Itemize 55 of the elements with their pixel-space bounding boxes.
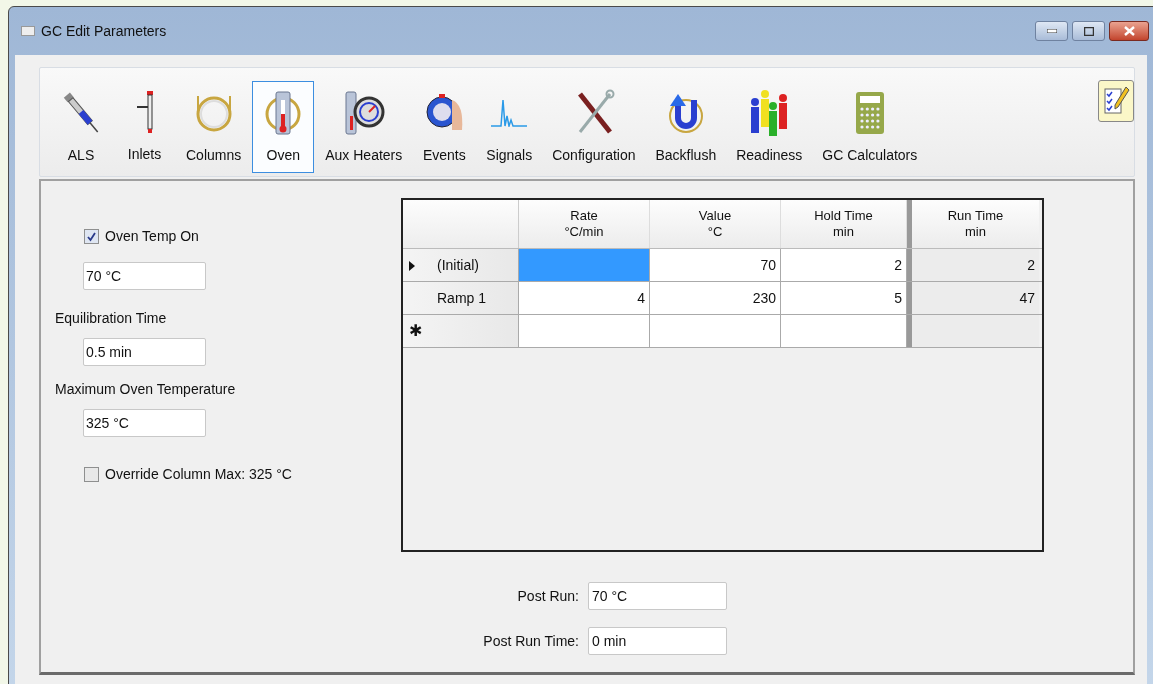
checkbox[interactable] — [84, 229, 99, 244]
checklist-button[interactable] — [1098, 80, 1134, 122]
minimize-icon — [1046, 29, 1057, 33]
toolbar-button[interactable]: Signals — [477, 81, 542, 173]
close-icon — [1123, 26, 1135, 36]
post-run-time-field[interactable]: 0 min — [588, 627, 727, 655]
table-cell[interactable]: 4 — [519, 282, 650, 314]
checkmark-icon — [86, 231, 97, 242]
equilibration-time-field[interactable]: 0.5 min — [83, 338, 206, 366]
inlet-icon — [136, 90, 153, 133]
table-cell[interactable] — [650, 315, 781, 347]
toolbar-button[interactable]: Events — [413, 81, 476, 173]
toolbar-button[interactable]: Backflush — [646, 81, 726, 173]
row-header[interactable]: ✱ — [403, 315, 519, 347]
maximize-button[interactable] — [1072, 21, 1105, 41]
field-label: Post Run Time: — [483, 631, 579, 651]
toolbar-button[interactable]: Columns — [177, 81, 251, 173]
field-label: Post Run: — [517, 586, 579, 606]
table-cell[interactable]: 230 — [650, 282, 781, 314]
checkbox[interactable] — [84, 467, 99, 482]
table-cell[interactable]: 70 — [650, 249, 781, 281]
toolbar-button[interactable]: Aux Heaters — [316, 81, 412, 173]
checkbox-label: Override Column Max: 325 °C — [105, 465, 292, 484]
table-cell: 2 — [907, 249, 1039, 281]
toolbar-button[interactable]: Readiness — [727, 81, 812, 173]
toolbar-button[interactable]: ALS — [50, 81, 112, 173]
checklist-pencil-icon — [1102, 85, 1130, 117]
window-icon — [21, 26, 35, 36]
window-title: GC Edit Parameters — [41, 21, 167, 41]
field-label: Equilibration Time — [55, 309, 168, 328]
toolbar-button[interactable]: Inlets — [114, 81, 175, 173]
column-header[interactable]: Rate °C/min — [519, 200, 650, 248]
max-oven-temperature-field[interactable]: 325 °C — [83, 409, 206, 437]
table-cell[interactable] — [519, 249, 650, 281]
oven-temp-field[interactable]: 70 °C — [83, 262, 206, 290]
column-header[interactable]: Value °C — [650, 200, 781, 248]
post-run-field[interactable]: 70 °C — [588, 582, 727, 610]
row-header[interactable]: (Initial) — [403, 249, 519, 281]
table-cell[interactable]: 2 — [781, 249, 907, 281]
table-cell: 47 — [907, 282, 1039, 314]
column-header[interactable]: Hold Time min — [781, 200, 907, 248]
row-header[interactable]: Ramp 1 — [403, 282, 519, 314]
checkbox-label: Oven Temp On — [105, 227, 199, 246]
minimize-button[interactable] — [1035, 21, 1068, 41]
column-header[interactable]: Run Time min — [907, 200, 1039, 248]
signal-peaks-icon — [490, 99, 529, 127]
toolbar-button[interactable]: Oven — [252, 81, 315, 173]
maximize-icon — [1083, 26, 1094, 36]
toolbar-button[interactable]: Configuration — [543, 81, 645, 173]
table-cell[interactable] — [781, 315, 907, 347]
toolbar-button[interactable]: GC Calculators — [813, 81, 927, 173]
table-cell[interactable] — [519, 315, 650, 347]
table-cell[interactable]: 5 — [781, 282, 907, 314]
close-button[interactable] — [1109, 21, 1149, 41]
field-label: Maximum Oven Temperature — [55, 380, 237, 399]
